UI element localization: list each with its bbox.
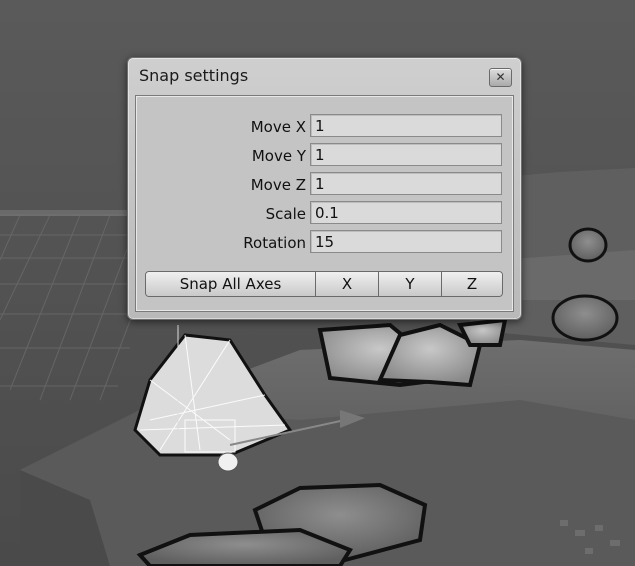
snap-x-button[interactable]: X xyxy=(316,272,379,296)
snap-all-axes-button[interactable]: Snap All Axes xyxy=(146,272,316,296)
move-y-row: Move Y 1 xyxy=(136,143,515,169)
move-x-row: Move X 1 xyxy=(136,114,515,140)
move-x-field[interactable]: 1 xyxy=(310,114,502,137)
rotation-row: Rotation 15 xyxy=(136,230,515,256)
snap-y-button[interactable]: Y xyxy=(379,272,442,296)
move-z-row: Move Z 1 xyxy=(136,172,515,198)
dialog-titlebar[interactable]: Snap settings ✕ xyxy=(128,58,521,92)
move-x-label: Move X xyxy=(250,118,306,136)
close-icon: ✕ xyxy=(495,70,506,84)
rotation-field[interactable]: 15 xyxy=(310,230,502,253)
move-y-label: Move Y xyxy=(251,147,306,165)
snap-settings-dialog: Snap settings ✕ Move X 1 Move Y 1 Move Z… xyxy=(127,57,522,320)
move-y-field[interactable]: 1 xyxy=(310,143,502,166)
scale-row: Scale 0.1 xyxy=(136,201,515,227)
snap-z-button[interactable]: Z xyxy=(442,272,502,296)
move-z-field[interactable]: 1 xyxy=(310,172,502,195)
move-z-label: Move Z xyxy=(250,176,306,194)
snap-button-bar: Snap All Axes X Y Z xyxy=(145,271,503,297)
dialog-content: Move X 1 Move Y 1 Move Z 1 Scale 0.1 Rot… xyxy=(135,95,514,312)
dialog-title: Snap settings xyxy=(139,66,249,85)
rotation-label: Rotation xyxy=(243,234,306,252)
scale-field[interactable]: 0.1 xyxy=(310,201,502,224)
close-button[interactable]: ✕ xyxy=(489,68,512,87)
scale-label: Scale xyxy=(265,205,306,223)
